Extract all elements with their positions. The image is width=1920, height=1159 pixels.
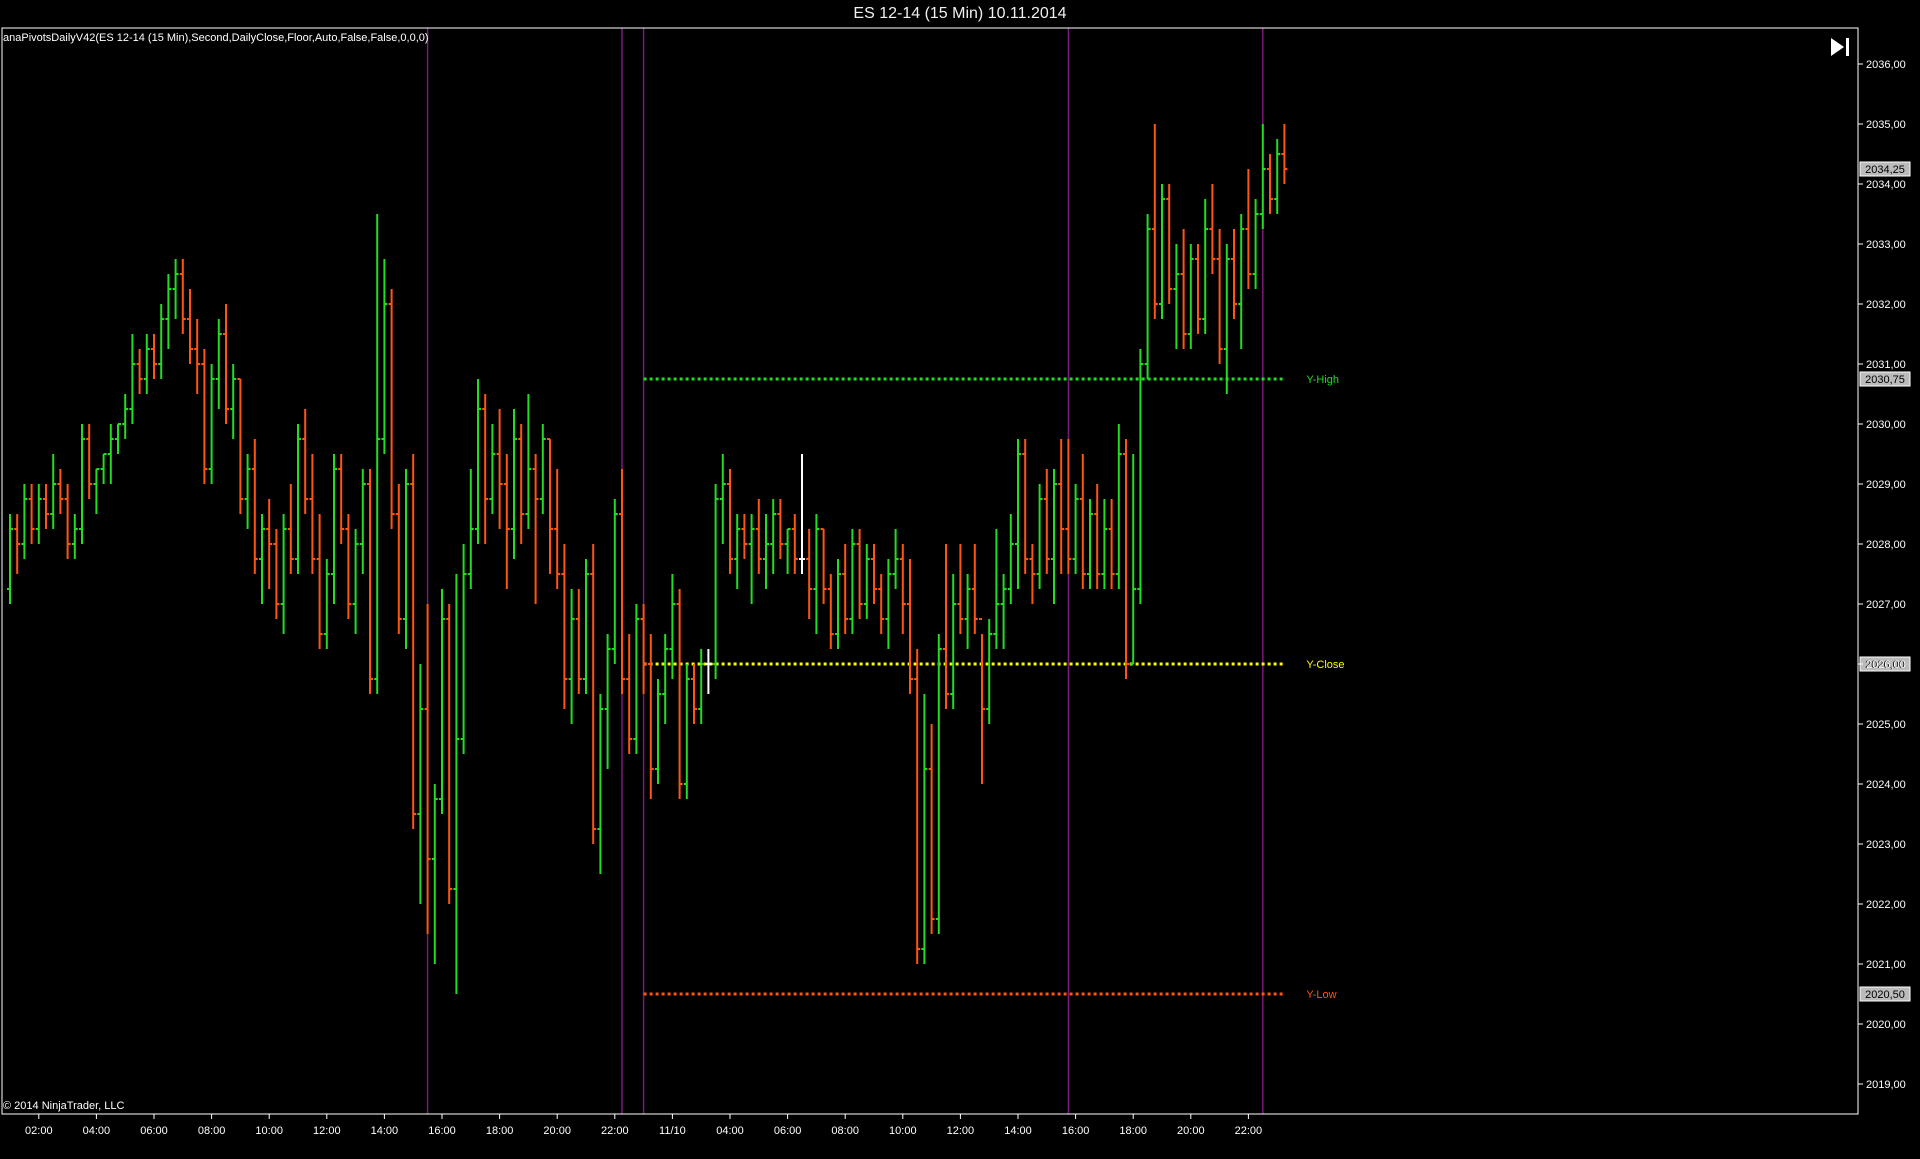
skip-to-end-icon xyxy=(1831,38,1849,56)
pivot-lines: Y-High 2030,75 Y-Close 2026,00 Y-Low 2020,50 xyxy=(643,371,1911,1002)
x-axis-tick-label: 20:00 xyxy=(543,1125,571,1137)
x-axis-tick-label: 16:00 xyxy=(428,1125,456,1137)
y-axis-tick-label: 2028,00 xyxy=(1866,539,1906,551)
x-axis-tick-label: 16:00 xyxy=(1062,1125,1090,1137)
x-axis-tick-label: 02:00 xyxy=(25,1125,53,1137)
y-axis-tick-label: 2026,00 xyxy=(1866,659,1906,671)
pivot-price-marker-label: 2020,50 xyxy=(1865,989,1905,1001)
y-axis-tick-label: 2035,00 xyxy=(1866,119,1906,131)
x-axis-tick-label: 04:00 xyxy=(716,1125,744,1137)
plot-border xyxy=(1,27,1859,1115)
pivot-price-marker-label: 2030,75 xyxy=(1865,374,1905,386)
x-axis-tick-label: 12:00 xyxy=(313,1125,341,1137)
y-axis-tick-label: 2019,00 xyxy=(1866,1079,1906,1091)
x-axis-tick-label: 08:00 xyxy=(198,1125,226,1137)
y-axis-tick-label: 2020,00 xyxy=(1866,1019,1906,1031)
y-axis-tick-label: 2027,00 xyxy=(1866,599,1906,611)
x-axis-tick-label: 22:00 xyxy=(1235,1125,1263,1137)
y-axis-tick-label: 2032,00 xyxy=(1866,299,1906,311)
x-axis-tick-label: 12:00 xyxy=(947,1125,975,1137)
price-bars xyxy=(7,124,1288,994)
x-axis-tick-label: 04:00 xyxy=(83,1125,111,1137)
copyright-text: © 2014 NinjaTrader, LLC xyxy=(3,1100,125,1112)
y-axis-tick-label: 2024,00 xyxy=(1866,779,1906,791)
window-title: ES 12-14 (15 Min) 10.11.2014 xyxy=(0,0,1920,26)
x-axis-tick-label: 10:00 xyxy=(255,1125,283,1137)
y-axis-tick-label: 2034,00 xyxy=(1866,179,1906,191)
indicator-label: anaPivotsDailyV42(ES 12-14 (15 Min),Seco… xyxy=(3,32,429,44)
y-axis-tick-label: 2031,00 xyxy=(1866,359,1906,371)
y-axis-tick-label: 2030,00 xyxy=(1866,419,1906,431)
scroll-to-end-button[interactable] xyxy=(1825,34,1855,60)
y-axis-tick-label: 2033,00 xyxy=(1866,239,1906,251)
pivot-line-label: Y-Close xyxy=(1306,659,1344,671)
y-axis-tick-label: 2029,00 xyxy=(1866,479,1906,491)
pivot-line-label: Y-Low xyxy=(1306,989,1336,1001)
x-axis-tick-label: 10:00 xyxy=(889,1125,917,1137)
x-axis-tick-label: 08:00 xyxy=(831,1125,859,1137)
pivot-line-label: Y-High xyxy=(1306,374,1339,386)
y-axis-tick-label: 2025,00 xyxy=(1866,719,1906,731)
y-axis-tick-label: 2036,00 xyxy=(1866,59,1906,71)
last-price-marker-label: 2034,25 xyxy=(1865,164,1905,176)
x-axis-tick-label: 14:00 xyxy=(1004,1125,1032,1137)
x-axis-tick-label: 18:00 xyxy=(1119,1125,1147,1137)
price-chart[interactable]: Y-High 2030,75Y-Close 2026,00Y-Low 2020,50 … xyxy=(0,26,1920,1159)
y-axis-tick-label: 2022,00 xyxy=(1866,899,1906,911)
x-axis-tick-label: 06:00 xyxy=(140,1125,168,1137)
x-axis-tick-label: 06:00 xyxy=(774,1125,802,1137)
x-axis-tick-label: 20:00 xyxy=(1177,1125,1205,1137)
y-axis-tick-label: 2023,00 xyxy=(1866,839,1906,851)
x-axis-tick-label: 18:00 xyxy=(486,1125,514,1137)
x-axis-tick-label: 22:00 xyxy=(601,1125,629,1137)
x-axis-tick-label: 14:00 xyxy=(371,1125,399,1137)
y-axis-tick-label: 2021,00 xyxy=(1866,959,1906,971)
x-axis-tick-label: 11/10 xyxy=(659,1125,686,1137)
axes: 2019,00 2020,00 2021,00 2022,00 2023,00 2024,… xyxy=(1,27,1911,1137)
